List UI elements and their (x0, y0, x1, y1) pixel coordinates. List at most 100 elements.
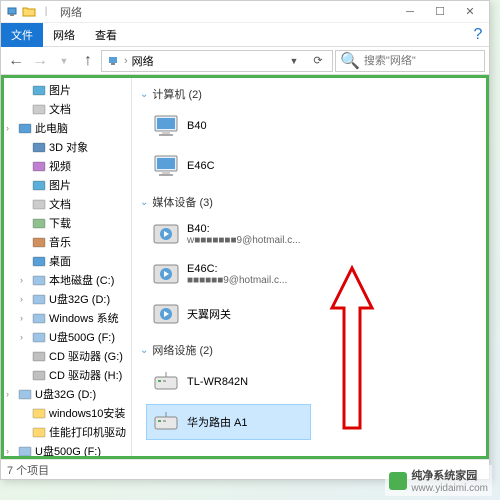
item-name: TL-WR842N (187, 376, 248, 388)
nav-item-14[interactable]: CD 驱动器 (G:) (4, 346, 131, 365)
item-1-0[interactable]: B40:w■■■■■■■9@hotmail.c... (146, 216, 311, 252)
usb-icon (32, 292, 46, 306)
chevron-right-icon[interactable]: › (6, 446, 16, 456)
item-2-0[interactable]: TL-WR842N (146, 364, 311, 400)
drive-icon (32, 273, 46, 287)
nav-item-3[interactable]: 3D 对象 (4, 137, 131, 156)
item-1-1[interactable]: E46C:■■■■■■9@hotmail.c... (146, 256, 311, 292)
nav-up[interactable]: ↑ (77, 50, 99, 72)
menu-file[interactable]: 文件 (1, 23, 43, 47)
cd-icon (32, 349, 46, 363)
chevron-right-icon[interactable]: › (20, 294, 30, 304)
search-input[interactable] (364, 55, 480, 67)
maximize-button[interactable]: ☐ (425, 2, 455, 22)
window-title: 网络 (60, 4, 395, 20)
usb-icon (18, 444, 32, 457)
divider-icon: | (39, 5, 53, 19)
pictures-icon (32, 178, 46, 192)
nav-item-5[interactable]: 图片 (4, 175, 131, 194)
group-0: ⌄计算机 (2) B40 E46C (136, 84, 482, 184)
nav-item-18[interactable]: 佳能打印机驱动 (4, 422, 131, 441)
nav-item-7[interactable]: 下载 (4, 213, 131, 232)
item-1-2[interactable]: 天翼网关 (146, 296, 311, 332)
network-icon (106, 54, 120, 68)
menu-view[interactable]: 查看 (85, 23, 127, 47)
media-icon (151, 259, 181, 289)
nav-item-1[interactable]: 文档 (4, 99, 131, 118)
nav-label: U盘32G (D:) (35, 386, 96, 402)
folder-icon (32, 406, 46, 420)
watermark-brand: 纯净系统家园 (411, 467, 488, 483)
item-name: 天翼网关 (187, 306, 231, 322)
nav-item-13[interactable]: ›U盘500G (F:) (4, 327, 131, 346)
folder-icon (32, 425, 46, 439)
nav-label: 3D 对象 (49, 139, 88, 155)
nav-item-9[interactable]: 桌面 (4, 251, 131, 270)
nav-item-16[interactable]: › U盘32G (D:) (4, 384, 131, 403)
nav-item-12[interactable]: ›Windows 系统 (4, 308, 131, 327)
chevron-right-icon[interactable]: › (6, 123, 16, 133)
nav-item-4[interactable]: 视频 (4, 156, 131, 175)
dropdown-icon[interactable]: ▼ (284, 56, 304, 66)
chevron-right-icon[interactable]: › (20, 332, 30, 342)
menu-network[interactable]: 网络 (43, 23, 85, 47)
item-sub: ■■■■■■9@hotmail.c... (187, 275, 287, 286)
search-icon: 🔍 (340, 51, 360, 71)
item-name: 华为路由 A1 (187, 414, 248, 430)
nav-label: 图片 (49, 82, 71, 98)
nav-item-15[interactable]: CD 驱动器 (H:) (4, 365, 131, 384)
nav-item-10[interactable]: › 本地磁盘 (C:) (4, 270, 131, 289)
minimize-button[interactable]: ─ (395, 2, 425, 22)
nav-label: windows10安装 (49, 405, 125, 421)
nav-label: U盘32G (D:) (49, 291, 110, 307)
pictures-icon (32, 83, 46, 97)
chevron-right-icon[interactable]: › (6, 389, 16, 399)
item-name: B40 (187, 120, 207, 132)
router-icon (151, 367, 181, 397)
content-pane[interactable]: ⌄计算机 (2)B40E46C⌄媒体设备 (3)B40:w■■■■■■■9@ho… (132, 78, 486, 456)
nav-label: 本地磁盘 (C:) (49, 272, 114, 288)
nav-item-6[interactable]: 文档 (4, 194, 131, 213)
chevron-right-icon[interactable]: › (20, 275, 30, 285)
group-title: 计算机 (2) (152, 86, 202, 102)
close-button[interactable]: ✕ (455, 2, 485, 22)
cd-icon (32, 368, 46, 382)
item-2-1[interactable]: 华为路由 A1 (146, 404, 311, 440)
group-1: ⌄媒体设备 (3) B40:w■■■■■■■9@hotmail.c... E46C:… (136, 192, 482, 332)
nav-item-2[interactable]: ›此电脑 (4, 118, 131, 137)
network-icon (5, 5, 19, 19)
nav-label: 音乐 (49, 234, 71, 250)
videos-icon (32, 159, 46, 173)
address-box[interactable]: › 网络 ▼ ⟳ (101, 50, 333, 72)
refresh-icon[interactable]: ⟳ (308, 54, 328, 67)
nav-label: 文档 (49, 196, 71, 212)
navigation-pane[interactable]: 图片文档›此电脑3D 对象视频图片文档下载音乐桌面›本地磁盘 (C:)›U盘32… (4, 78, 132, 456)
nav-forward[interactable]: → (29, 50, 51, 72)
nav-item-11[interactable]: › U盘32G (D:) (4, 289, 131, 308)
group-title: 媒体设备 (3) (152, 194, 213, 210)
nav-item-8[interactable]: 音乐 (4, 232, 131, 251)
group-header[interactable]: ⌄媒体设备 (3) (136, 192, 482, 212)
nav-item-19[interactable]: ›U盘500G (F:) (4, 441, 131, 456)
group-2: ⌄网络设施 (2) TL-WR842N 华为路由 A1 (136, 340, 482, 440)
desktop-icon (32, 254, 46, 268)
search-box[interactable]: 🔍 (335, 50, 485, 72)
ribbon-help-icon[interactable]: ? (467, 24, 489, 46)
nav-history[interactable]: ▼ (53, 50, 75, 72)
item-0-0[interactable]: B40 (146, 108, 311, 144)
group-header[interactable]: ⌄网络设施 (2) (136, 340, 482, 360)
nav-item-0[interactable]: 图片 (4, 80, 131, 99)
chevron-down-icon: ⌄ (140, 345, 148, 356)
usb-icon (32, 330, 46, 344)
nav-back[interactable]: ← (5, 50, 27, 72)
item-0-1[interactable]: E46C (146, 148, 311, 184)
3d-icon (32, 140, 46, 154)
chevron-right-icon[interactable]: › (20, 313, 30, 323)
explorer-window: | 网络 ─ ☐ ✕ 文件 网络 查看 ? ← → ▼ ↑ › 网络 ▼ ⟳ 🔍 (0, 0, 490, 480)
router-icon (151, 407, 181, 437)
nav-label: 桌面 (49, 253, 71, 269)
computer-icon (151, 151, 181, 181)
group-header[interactable]: ⌄计算机 (2) (136, 84, 482, 104)
address-text: 网络 (132, 53, 154, 69)
nav-item-17[interactable]: windows10安装 (4, 403, 131, 422)
